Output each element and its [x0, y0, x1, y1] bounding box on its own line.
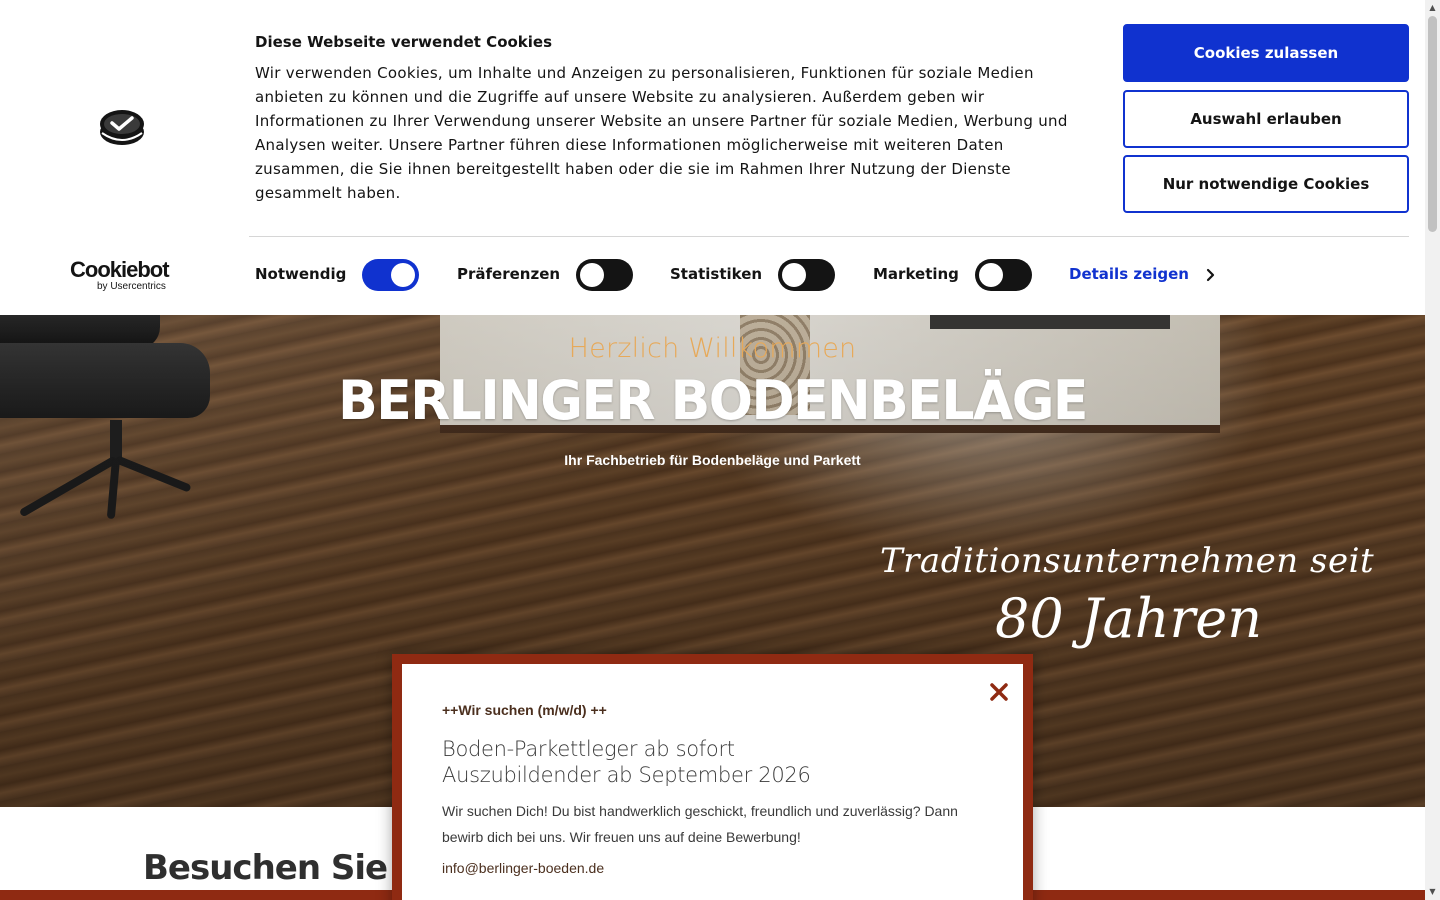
scroll-down-arrow-icon[interactable]: ▼ [1425, 886, 1440, 898]
cookiebot-wordmark: Cookiebot [70, 257, 170, 282]
toggle-necessary[interactable] [362, 259, 419, 291]
cookie-banner-divider [249, 236, 1409, 237]
category-label-preferences: Präferenzen [457, 265, 561, 283]
category-label-statistics: Statistiken [670, 265, 763, 283]
hero-subtitle: Ihr Fachbetrieb für Bodenbeläge und Park… [564, 452, 861, 468]
job-offer-popup: ++Wir suchen (m/w/d) ++ Boden-Parkettleg… [392, 654, 1033, 900]
toggle-knob [580, 263, 604, 287]
popup-email-link[interactable]: info@berlinger-boeden.de [442, 860, 604, 876]
category-label-marketing: Marketing [873, 265, 959, 283]
toggle-knob [979, 263, 1003, 287]
cookie-consent-banner: Diese Webseite verwendet Cookies Wir ver… [0, 0, 1425, 315]
hero-title: BERLINGER BODENBELÄGE [338, 369, 1088, 433]
popup-title: Boden-Parkettleger ab sofort Auszubilden… [442, 736, 1002, 788]
allow-selection-button[interactable]: Auswahl erlauben [1123, 90, 1409, 148]
cookiebot-logo: Cookiebot by Usercentrics [70, 257, 180, 293]
close-icon[interactable] [988, 681, 1010, 703]
category-label-necessary: Notwendig [255, 265, 347, 283]
toggle-preferences[interactable] [576, 259, 633, 291]
hero-welcome: Herzlich Willkommen [568, 333, 857, 364]
chevron-right-icon[interactable] [1205, 266, 1217, 284]
necessary-cookies-button[interactable]: Nur notwendige Cookies [1123, 155, 1409, 213]
hero-script-line-1: Traditionsunternehmen seit [880, 541, 1375, 581]
cookie-banner-title: Diese Webseite verwendet Cookies [255, 33, 553, 51]
scroll-up-arrow-icon[interactable]: ▲ [1425, 2, 1440, 14]
toggle-knob [782, 263, 806, 287]
popup-title-line-1: Boden-Parkettleger ab sofort [442, 737, 735, 761]
toggle-marketing[interactable] [975, 259, 1032, 291]
popup-kicker: ++Wir suchen (m/w/d) ++ [442, 702, 607, 718]
popup-description: Wir suchen Dich! Du bist handwerklich ge… [442, 803, 958, 845]
details-show-link[interactable]: Details zeigen [1069, 265, 1189, 283]
popup-title-line-2: Auszubildender ab September 2026 [442, 763, 811, 787]
cookiebot-byline: by Usercentrics [97, 281, 166, 292]
scrollbar-thumb[interactable] [1428, 16, 1437, 232]
allow-all-cookies-button[interactable]: Cookies zulassen [1123, 24, 1409, 82]
toggle-statistics[interactable] [778, 259, 835, 291]
hero-script-line-2: 80 Jahren [995, 587, 1263, 650]
cookie-check-logo-icon [100, 110, 144, 145]
cookie-banner-text: Wir verwenden Cookies, um Inhalte und An… [255, 64, 1068, 202]
toggle-knob [391, 263, 415, 287]
page-scrollbar[interactable]: ▲ ▼ [1425, 0, 1440, 900]
